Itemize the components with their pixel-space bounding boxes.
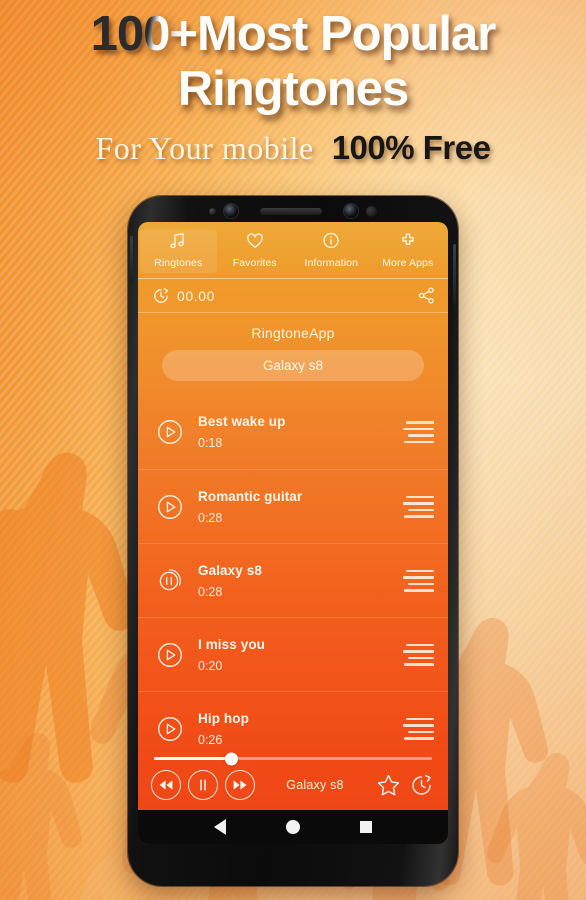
back-icon[interactable] xyxy=(214,819,226,835)
seek-bar-fill xyxy=(154,757,232,760)
selected-ringtone-pill[interactable]: Galaxy s8 xyxy=(162,350,424,381)
headline-text-light: +Most Popular xyxy=(169,7,496,61)
ringtone-duration: 0:20 xyxy=(198,658,223,673)
light-sensor-icon xyxy=(366,205,377,217)
info-circle-icon xyxy=(293,231,370,250)
row-menu-icon[interactable] xyxy=(400,717,434,740)
rewind-button[interactable] xyxy=(151,770,181,800)
ringtone-title: I miss you xyxy=(198,636,266,652)
pause-button[interactable] xyxy=(151,566,189,596)
music-note-icon xyxy=(140,231,217,250)
earpiece-speaker xyxy=(260,207,322,215)
timer-icon xyxy=(412,774,432,795)
ringtone-title: Galaxy s8 xyxy=(198,562,262,578)
forward-button[interactable] xyxy=(225,770,255,800)
player-controls: Galaxy s8 xyxy=(138,764,448,810)
play-icon xyxy=(158,642,182,667)
row-menu-icon[interactable] xyxy=(400,421,434,443)
heart-icon xyxy=(217,231,294,250)
play-button[interactable] xyxy=(151,493,189,521)
table-row[interactable]: Galaxy s8 0:28 xyxy=(138,543,448,617)
front-camera-icon xyxy=(224,204,238,218)
ringtone-list: Best wake up 0:18 Romantic guitar 0:28 G… xyxy=(138,395,448,751)
share-icon[interactable] xyxy=(417,286,436,305)
timer-icon xyxy=(152,287,170,305)
play-icon xyxy=(158,420,182,444)
seek-bar-wrap xyxy=(138,751,448,765)
app-title: RingtoneApp xyxy=(251,325,335,341)
tab-ringtones[interactable]: Ringtones xyxy=(140,230,217,273)
tab-favorites[interactable]: Favorites xyxy=(217,230,294,273)
ringtone-info: Romantic guitar 0:28 xyxy=(189,489,400,525)
ringtone-title: Romantic guitar xyxy=(198,488,303,504)
ringtone-info: I miss you 0:20 xyxy=(189,637,400,673)
ringtone-duration: 0:26 xyxy=(198,732,223,747)
fast-forward-icon xyxy=(233,780,247,790)
app-tabbar: Ringtones Favorites Information More App… xyxy=(138,222,448,279)
row-menu-icon[interactable] xyxy=(400,643,434,666)
home-icon[interactable] xyxy=(286,820,300,834)
tab-more-apps-label: More Apps xyxy=(382,257,434,269)
row-menu-icon[interactable] xyxy=(400,569,434,592)
phone-mockup: Ringtones Favorites Information More App… xyxy=(128,196,458,886)
iris-scanner-icon xyxy=(344,204,358,218)
pause-icon xyxy=(200,779,206,791)
subline-100-percent-free: 100% Free xyxy=(331,128,491,166)
ringtone-info: Galaxy s8 0:28 xyxy=(189,563,400,599)
table-row[interactable]: Best wake up 0:18 xyxy=(138,395,448,469)
pause-button[interactable] xyxy=(188,770,218,800)
android-navbar xyxy=(138,810,448,844)
promo-poster: 100+Most Popular Ringtones For Your mobi… xyxy=(0,0,586,900)
recents-icon[interactable] xyxy=(360,821,372,833)
phone-screen: Ringtones Favorites Information More App… xyxy=(138,222,448,844)
play-icon xyxy=(158,716,182,741)
play-button[interactable] xyxy=(151,418,189,446)
tab-information-label: Information xyxy=(304,257,359,269)
play-icon xyxy=(158,494,182,519)
sleep-timer-button[interactable] xyxy=(409,773,434,798)
plus-icon xyxy=(370,231,447,250)
timer-value: 00.00 xyxy=(177,287,216,304)
now-playing-label: Galaxy s8 xyxy=(286,778,344,792)
row-menu-icon[interactable] xyxy=(400,495,434,518)
ringtone-duration: 0:28 xyxy=(198,510,223,525)
tab-ringtones-label: Ringtones xyxy=(154,257,203,269)
star-icon xyxy=(377,774,400,795)
seek-bar-thumb[interactable] xyxy=(225,752,239,765)
tab-information[interactable]: Information xyxy=(293,230,370,273)
table-row[interactable]: I miss you 0:20 xyxy=(138,617,448,691)
seek-bar[interactable] xyxy=(154,752,432,765)
tab-more-apps[interactable]: More Apps xyxy=(370,230,447,273)
ringtone-info: Best wake up 0:18 xyxy=(189,414,400,450)
favorite-button[interactable] xyxy=(375,772,402,799)
selected-ringtone-pill-wrap: Galaxy s8 xyxy=(138,350,448,395)
rewind-icon xyxy=(159,780,173,790)
subline-for-your-mobile: For Your mobile xyxy=(95,129,314,166)
timer-row: 00.00 xyxy=(138,279,448,313)
promo-subline: For Your mobile 100% Free xyxy=(0,129,586,167)
proximity-sensor-icon xyxy=(209,207,216,215)
ringtone-info: Hip hop 0:26 xyxy=(189,711,400,747)
headline-line-2: Ringtones xyxy=(177,61,410,116)
phone-top-bezel xyxy=(128,200,458,222)
table-row[interactable]: Hip hop 0:26 xyxy=(138,691,448,751)
pause-icon xyxy=(159,568,181,590)
play-button[interactable] xyxy=(151,641,189,669)
sleep-timer-control[interactable]: 00.00 xyxy=(152,287,215,305)
ringtone-title: Hip hop xyxy=(198,710,249,726)
play-button[interactable] xyxy=(151,715,189,743)
headline-number-fade: 0 xyxy=(143,7,170,61)
ringtone-title: Best wake up xyxy=(198,414,286,429)
ringtone-duration: 0:28 xyxy=(198,584,223,599)
ringtone-duration: 0:18 xyxy=(198,436,223,450)
tab-favorites-label: Favorites xyxy=(232,257,277,269)
table-row[interactable]: Romantic guitar 0:28 xyxy=(138,469,448,543)
headline-line-1: 100+Most Popular xyxy=(0,8,586,61)
headline-number-dark: 10 xyxy=(90,7,145,61)
promo-headline: 100+Most Popular Ringtones For Your mobi… xyxy=(0,0,586,167)
